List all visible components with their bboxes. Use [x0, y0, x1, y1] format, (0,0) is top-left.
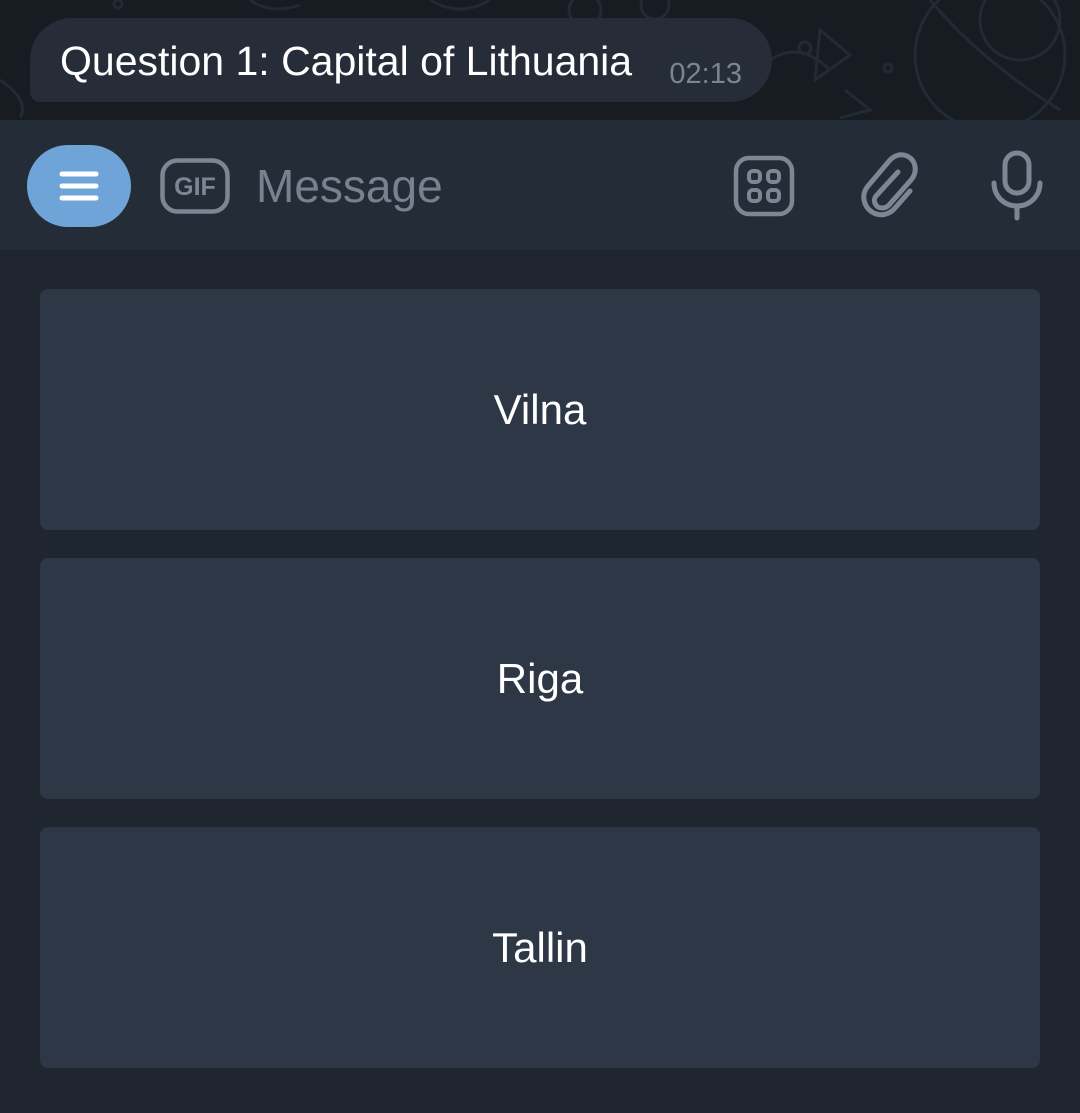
attach-icon[interactable]	[858, 150, 922, 222]
gif-icon[interactable]: GIF	[160, 158, 230, 214]
message-composer: GIF	[0, 120, 1080, 250]
gif-label: GIF	[174, 173, 216, 201]
menu-icon	[59, 171, 99, 201]
answer-button-riga[interactable]: Riga	[40, 558, 1040, 799]
answer-label: Vilna	[493, 386, 587, 433]
message-text: Question 1: Capital of Lithuania	[60, 38, 633, 84]
bot-menu-button[interactable]	[27, 145, 131, 227]
reply-keyboard: Vilna Riga Tallin	[0, 250, 1080, 1113]
answer-button-tallin[interactable]: Tallin	[40, 827, 1040, 1068]
answer-label: Tallin	[492, 924, 588, 971]
chat-area: Question 1: Capital of Lithuania 02:13	[0, 0, 1080, 120]
sticker-icon[interactable]	[733, 155, 795, 217]
answer-button-vilna[interactable]: Vilna	[40, 289, 1040, 530]
message-time: 02:13	[669, 58, 742, 90]
question-message-bubble: Question 1: Capital of Lithuania 02:13	[30, 18, 772, 102]
answer-label: Riga	[496, 655, 584, 702]
mic-icon[interactable]	[988, 150, 1046, 222]
message-input[interactable]	[256, 156, 706, 216]
